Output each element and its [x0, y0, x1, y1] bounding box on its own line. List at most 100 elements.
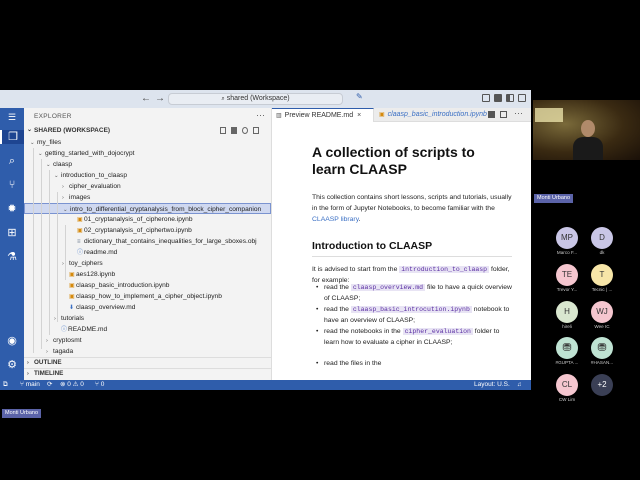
more-participants-badge[interactable]: +2: [591, 374, 613, 396]
branch-name: main: [25, 381, 40, 388]
participant-avatar[interactable]: H: [556, 301, 578, 323]
account-icon[interactable]: ◉: [5, 334, 19, 348]
tree-item[interactable]: ⌄ claasp: [46, 159, 272, 170]
refresh-icon[interactable]: [242, 127, 248, 134]
new-file-icon[interactable]: [220, 127, 226, 134]
participant-avatar[interactable]: ⛃: [591, 337, 613, 359]
chevron-right-icon: ›: [27, 371, 29, 377]
tree-item[interactable]: ⓘreadme.md: [70, 247, 272, 258]
tree-item[interactable]: ⬇ claasp_overview.md: [62, 302, 272, 313]
new-folder-icon[interactable]: [231, 127, 237, 134]
bell-icon[interactable]: ♫: [517, 380, 522, 390]
tree-item-label: cipher_evaluation: [69, 183, 121, 190]
menu-icon[interactable]: ☰: [5, 110, 19, 124]
tree-item[interactable]: ⌄ getting_started_with_dojocrypt: [38, 148, 272, 159]
participant-name: dk: [599, 250, 605, 255]
presenter-video: [533, 100, 640, 160]
command-center-search[interactable]: ⌕ shared (Workspace): [168, 93, 343, 105]
ports-status[interactable]: ⑂ 0: [95, 380, 104, 390]
tree-item-label: claasp_overview.md: [76, 304, 136, 311]
tree-item[interactable]: › cryptosmt: [46, 335, 272, 346]
explorer-icon[interactable]: ❐: [0, 130, 24, 144]
participant-avatar[interactable]: D: [591, 227, 613, 249]
toggle-panel-icon[interactable]: [506, 94, 514, 102]
participant-avatar[interactable]: WJ: [591, 301, 613, 323]
workspace-actions: [220, 127, 270, 135]
extensions-icon[interactable]: ⊞: [5, 226, 19, 240]
debug-icon[interactable]: ✹: [5, 202, 19, 216]
tab-claasp-basic-introduction[interactable]: ▣ claasp_basic_introduction.ipynb: [375, 108, 493, 122]
tree-item[interactable]: › images: [62, 192, 272, 203]
chevron-down-icon: ⌄: [63, 207, 68, 213]
participant-name: #HASAN...: [590, 360, 614, 365]
tree-item-label: claasp_basic_introduction.ipynb: [76, 282, 170, 289]
tree-item-label: readme.md: [84, 249, 118, 256]
tree-item[interactable]: ⌄ introduction_to_claasp: [54, 170, 272, 181]
participant-name: Tecnic | ...: [591, 287, 613, 292]
tree-item[interactable]: › cipher_evaluation: [62, 181, 272, 192]
tree-item[interactable]: › tutorials: [54, 313, 272, 324]
participant-avatar[interactable]: CL: [556, 374, 578, 396]
branch-status[interactable]: ⑂ main: [20, 380, 40, 390]
indent-guide: [41, 159, 42, 349]
list-item: read the notebooks in the cipher_evaluat…: [316, 326, 514, 348]
tab-preview-readme[interactable]: ▥ Preview README.md ×: [272, 108, 374, 122]
claasp-library-link[interactable]: CLAASP library: [312, 216, 359, 223]
activity-bar: ☰ ❐ ⌕ ⑂ ✹ ⊞ ⚗ ◉ ⚙: [0, 108, 24, 380]
tree-item[interactable]: ▣claasp_basic_introduction.ipynb: [62, 280, 272, 291]
workspace-section-header[interactable]: ⌄ SHARED (WORKSPACE): [24, 125, 272, 136]
customize-layout-icon[interactable]: [482, 94, 490, 102]
participant-avatar[interactable]: ⛃: [556, 337, 578, 359]
toggle-sidebar-icon[interactable]: [494, 94, 502, 102]
forward-arrow-icon[interactable]: →: [155, 93, 165, 104]
copilot-icon[interactable]: ✎: [356, 92, 366, 101]
tree-item-label: my_files: [37, 139, 62, 146]
participant-avatar[interactable]: T: [591, 264, 613, 286]
workspace-search-label: shared (Workspace): [226, 95, 290, 102]
inline-code: claasp_overview.md: [350, 284, 426, 291]
back-arrow-icon[interactable]: ←: [141, 93, 151, 104]
explorer-sidebar: EXPLORER ··· ⌄ SHARED (WORKSPACE) ⌄ my_fi…: [24, 108, 295, 380]
settings-gear-icon[interactable]: ⚙: [5, 358, 19, 372]
tree-item[interactable]: › toy_ciphers: [62, 258, 272, 269]
testing-icon[interactable]: ⚗: [5, 250, 19, 264]
close-icon[interactable]: ×: [357, 112, 361, 119]
tree-item-label: getting_started_with_dojocrypt: [45, 150, 135, 157]
sync-icon[interactable]: ⟳: [47, 380, 52, 390]
search-icon[interactable]: ⌕: [5, 154, 19, 168]
tree-item[interactable]: ▣aes128.ipynb: [62, 269, 272, 280]
open-preview-icon[interactable]: [488, 111, 495, 118]
tree-item[interactable]: ⌄ intro_to_differential_cryptanalysis_fro…: [24, 203, 271, 214]
participant-avatar[interactable]: TE: [556, 264, 578, 286]
source-control-icon[interactable]: ⑂: [5, 178, 19, 192]
remote-icon[interactable]: ⧉: [3, 380, 8, 390]
tree-item-label: images: [69, 194, 91, 201]
participant-avatar[interactable]: MP: [556, 227, 578, 249]
tree-item[interactable]: ▣claasp_how_to_implement_a_cipher_object…: [62, 291, 272, 302]
tree-item[interactable]: ▣02_cryptanalysis_of_ciphertwo.ipynb: [70, 225, 272, 236]
tree-item[interactable]: ⌄ my_files: [30, 137, 272, 148]
title-bar: ← → ⌕ shared (Workspace) ✎: [0, 90, 531, 108]
toggle-secondary-sidebar-icon[interactable]: [518, 94, 526, 102]
tree-item-label: intro_to_differential_cryptanalysis_from…: [70, 206, 262, 213]
tree-item[interactable]: ⓘREADME.md: [54, 324, 272, 335]
indent-guide: [33, 148, 34, 353]
inline-code: introduction_to_claasp: [399, 266, 490, 273]
workspace-label: SHARED (WORKSPACE): [34, 127, 111, 134]
intro-text-end: .: [358, 216, 361, 223]
split-editor-icon[interactable]: [500, 111, 507, 118]
more-actions-icon[interactable]: ···: [514, 108, 523, 118]
indent-guide: [49, 170, 50, 335]
tree-item[interactable]: › tagada: [46, 346, 272, 357]
tree-item-label: tagada: [53, 348, 74, 355]
outline-label: OUTLINE: [34, 359, 62, 366]
collapse-all-icon[interactable]: [253, 127, 259, 134]
tree-item[interactable]: ≡ dictionary_that_contains_inequalities_f…: [70, 236, 272, 247]
timeline-section[interactable]: › TIMELINE: [24, 368, 272, 379]
status-bar: ⧉ ⑂ main ⟳ ⊗ 0 ⚠ 0 ⑂ 0 Layout: U.S. ♫: [0, 380, 531, 390]
problems-status[interactable]: ⊗ 0 ⚠ 0: [60, 380, 84, 390]
more-actions-icon[interactable]: ···: [256, 110, 265, 120]
keyboard-layout-status[interactable]: Layout: U.S.: [474, 380, 510, 390]
tree-item[interactable]: ▣01_cryptanalysis_of_cipherone.ipynb: [70, 214, 272, 225]
outline-section[interactable]: › OUTLINE: [24, 357, 272, 368]
